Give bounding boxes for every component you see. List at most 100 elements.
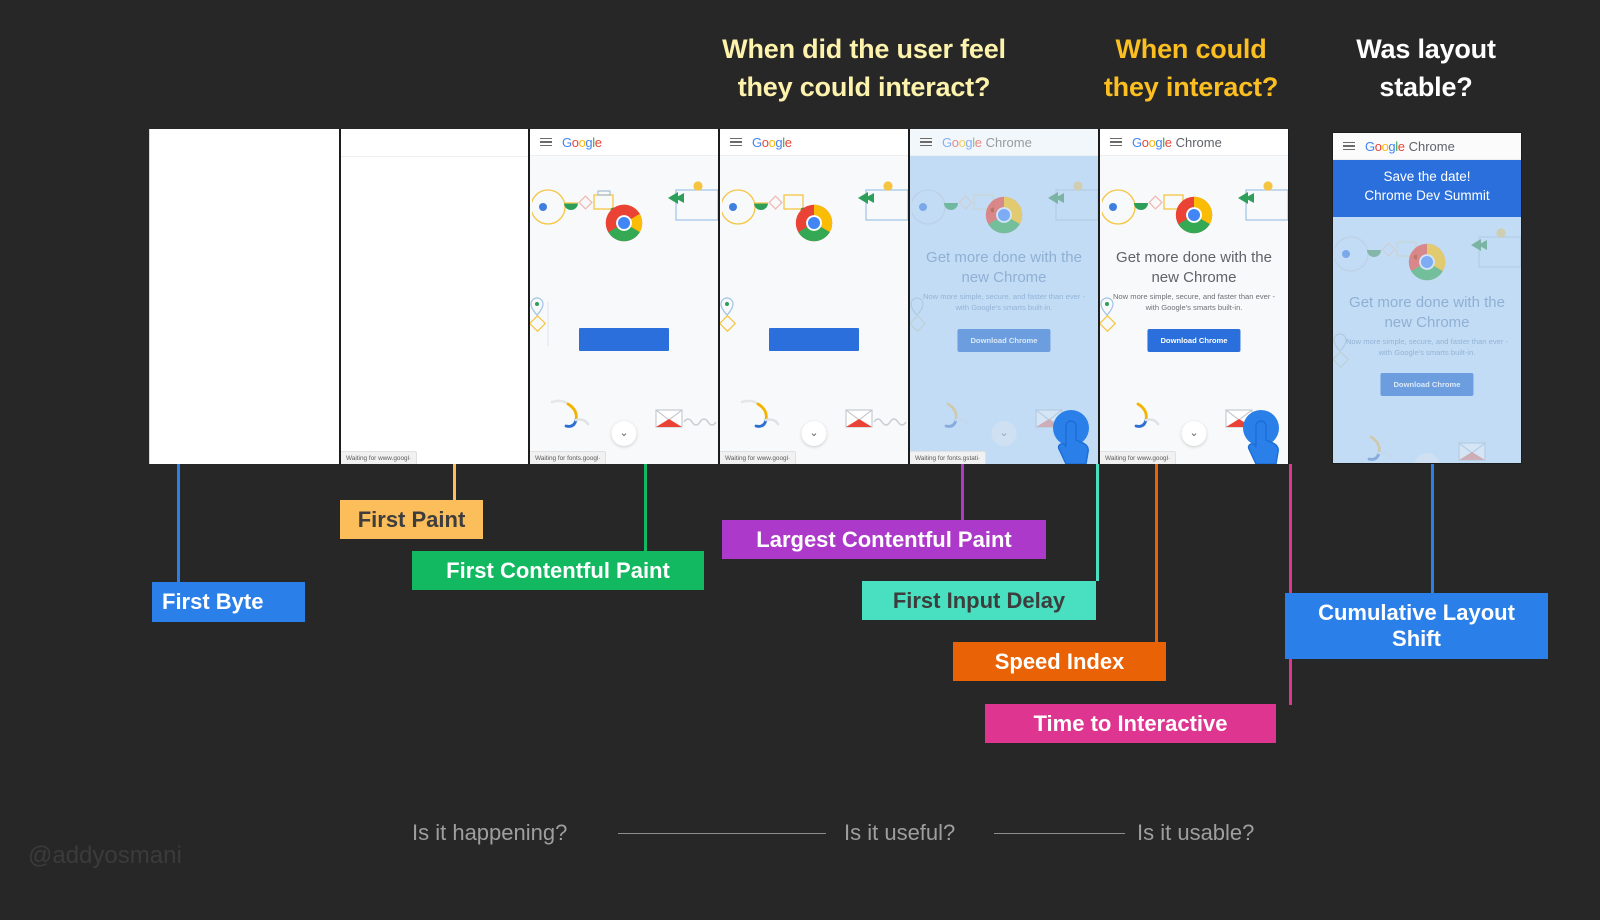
doodle-squiggle-left xyxy=(740,399,780,428)
hamburger-icon[interactable] xyxy=(540,137,552,147)
google-logo: Google xyxy=(752,134,792,150)
frame-6-download-button[interactable]: Download Chrome xyxy=(1147,329,1241,352)
google-logo: Google xyxy=(1365,138,1405,154)
frame-4-viewport: ⌄ xyxy=(720,156,908,464)
frame-5-browser-bar: Google Chrome xyxy=(910,129,1098,156)
filmstrip-frame-3: Google ⌄ Waiting for fonts.googl· xyxy=(528,129,719,464)
google-logo: Google xyxy=(1132,134,1172,150)
hamburger-icon[interactable] xyxy=(1110,137,1122,147)
scroll-down-chevron-icon[interactable]: ⌄ xyxy=(611,421,637,446)
frame-7-download-button[interactable]: Download Chrome xyxy=(1380,373,1474,396)
frame-3-browser-bar: Google xyxy=(530,129,718,156)
filmstrip-frame-5: Google Chrome Get more done with the new… xyxy=(908,129,1099,464)
chrome-logo-icon xyxy=(1408,243,1446,281)
metric-chip-largest-contentful-paint[interactable]: Largest Contentful Paint xyxy=(722,520,1046,559)
doodle-pin xyxy=(720,297,737,333)
frame-4-cta-placeholder xyxy=(769,328,859,351)
question-header-felt-interact: When did the user feel they could intera… xyxy=(722,34,1006,103)
metric-chip-first-input-delay[interactable]: First Input Delay xyxy=(862,581,1096,620)
frame-5-viewport: Get more done with the new Chrome Now mo… xyxy=(910,156,1098,464)
chrome-wordmark: Chrome xyxy=(985,134,1032,150)
hamburger-icon[interactable] xyxy=(1343,141,1355,151)
filmstrip-frame-1 xyxy=(149,129,340,464)
filmstrip-frame-2: Waiting for www.googl· xyxy=(339,129,529,464)
connector-fid xyxy=(1096,464,1099,581)
doodle-envelope xyxy=(655,409,717,428)
doodle-squiggle-left xyxy=(1134,402,1160,428)
frame-3-status: Waiting for fonts.googl· xyxy=(530,451,607,464)
doodle-left-cluster xyxy=(1335,236,1417,272)
metric-chip-first-contentful-paint[interactable]: First Contentful Paint xyxy=(412,551,704,590)
chrome-wordmark: Chrome xyxy=(1408,138,1455,154)
doodle-right-cluster xyxy=(668,181,718,221)
question-header-could-interact: When could they interact? xyxy=(1103,34,1279,103)
filmstrip-frame-6: Google Chrome Get more done with the new… xyxy=(1098,129,1289,464)
scroll-down-chevron-icon[interactable]: ⌄ xyxy=(991,421,1017,446)
connector-cls xyxy=(1431,464,1434,593)
doodle-pin xyxy=(530,297,549,346)
chrome-wordmark: Chrome xyxy=(1175,134,1222,150)
doodle-squiggle-left xyxy=(1367,435,1393,461)
hamburger-icon[interactable] xyxy=(920,137,932,147)
hamburger-icon[interactable] xyxy=(730,137,742,147)
frame-6-status: Waiting for www.googl· xyxy=(1100,451,1177,464)
doodle-left-cluster xyxy=(532,189,614,225)
frame-6-viewport: Get more done with the new Chrome Now mo… xyxy=(1100,156,1288,464)
cls-promo-banner: Save the date! Chrome Dev Summit xyxy=(1333,160,1521,217)
frame-5-status: Waiting for fonts.gstati· xyxy=(910,451,987,464)
metric-chip-time-to-interactive[interactable]: Time to Interactive xyxy=(985,704,1276,743)
google-logo: Google xyxy=(562,134,602,150)
frame-7-hero-headline: Get more done with the new Chrome xyxy=(1349,294,1505,332)
connector-si xyxy=(1155,464,1158,643)
chrome-logo-icon xyxy=(985,196,1023,234)
frame-7-hero-subline: Now more simple, secure, and faster than… xyxy=(1345,337,1509,358)
doodle-right-cluster xyxy=(1471,228,1521,268)
scroll-down-chevron-icon[interactable]: ⌄ xyxy=(801,421,827,446)
frame-6-browser-bar: Google Chrome xyxy=(1100,129,1288,156)
scroll-down-chevron-icon[interactable]: ⌄ xyxy=(1181,421,1207,446)
frame-2-header-rule xyxy=(341,156,528,157)
chrome-logo-icon xyxy=(605,204,643,242)
connector-fcp xyxy=(644,464,647,552)
doodle-left-cluster xyxy=(912,189,994,225)
frame-4-browser-bar: Google xyxy=(720,129,908,156)
doodle-squiggle-left xyxy=(944,402,970,428)
frame-3-cta-placeholder xyxy=(579,328,669,351)
doodle-left-cluster xyxy=(1102,189,1184,225)
connector-fp xyxy=(453,464,456,500)
frame-5-hero-subline: Now more simple, secure, and faster than… xyxy=(922,292,1086,313)
doodle-envelope xyxy=(1458,442,1486,461)
rail-label-usable: Is it usable? xyxy=(1137,820,1255,845)
connector-ttfb xyxy=(177,464,180,582)
doodle-envelope xyxy=(845,409,907,428)
rail-divider-1 xyxy=(618,833,826,834)
frame-2-status: Waiting for www.googl· xyxy=(341,451,418,464)
metric-chip-first-paint[interactable]: First Paint xyxy=(340,500,483,539)
author-watermark: @addyosmani xyxy=(28,842,182,869)
infographic-canvas: When did the user feel they could intera… xyxy=(0,0,1600,920)
doodle-squiggle-left xyxy=(550,399,590,428)
frame-1-viewport xyxy=(150,129,339,464)
frame-6-hero-headline: Get more done with the new Chrome xyxy=(1116,249,1272,287)
doodle-right-cluster xyxy=(858,181,908,221)
metric-chip-first-byte[interactable]: First Byte xyxy=(152,582,305,622)
metric-chip-speed-index[interactable]: Speed Index xyxy=(953,642,1166,681)
scroll-down-chevron-icon[interactable]: ⌄ xyxy=(1414,453,1440,463)
tap-cursor-icon xyxy=(1243,410,1279,464)
frame-3-viewport: ⌄ xyxy=(530,156,718,464)
tap-cursor-icon xyxy=(1053,410,1089,464)
frame-2-viewport xyxy=(341,129,528,464)
frame-5-download-button[interactable]: Download Chrome xyxy=(957,329,1051,352)
connector-lcp xyxy=(961,464,964,520)
metric-chip-cumulative-layout-shift[interactable]: Cumulative Layout Shift xyxy=(1285,593,1548,659)
doodle-left-cluster xyxy=(722,189,804,225)
frame-4-status: Waiting for www.googl· xyxy=(720,451,797,464)
frame-7-browser-bar: Google Chrome xyxy=(1333,133,1521,160)
filmstrip-frame-7: Google Chrome Save the date! Chrome Dev … xyxy=(1332,132,1522,464)
chrome-logo-icon xyxy=(1175,196,1213,234)
question-header-layout-stable: Was layout stable? xyxy=(1356,34,1496,103)
doodle-right-cluster xyxy=(1238,181,1288,221)
connector-tti xyxy=(1289,464,1292,705)
rail-label-useful: Is it useful? xyxy=(844,820,956,845)
rail-label-happening: Is it happening? xyxy=(412,820,568,845)
